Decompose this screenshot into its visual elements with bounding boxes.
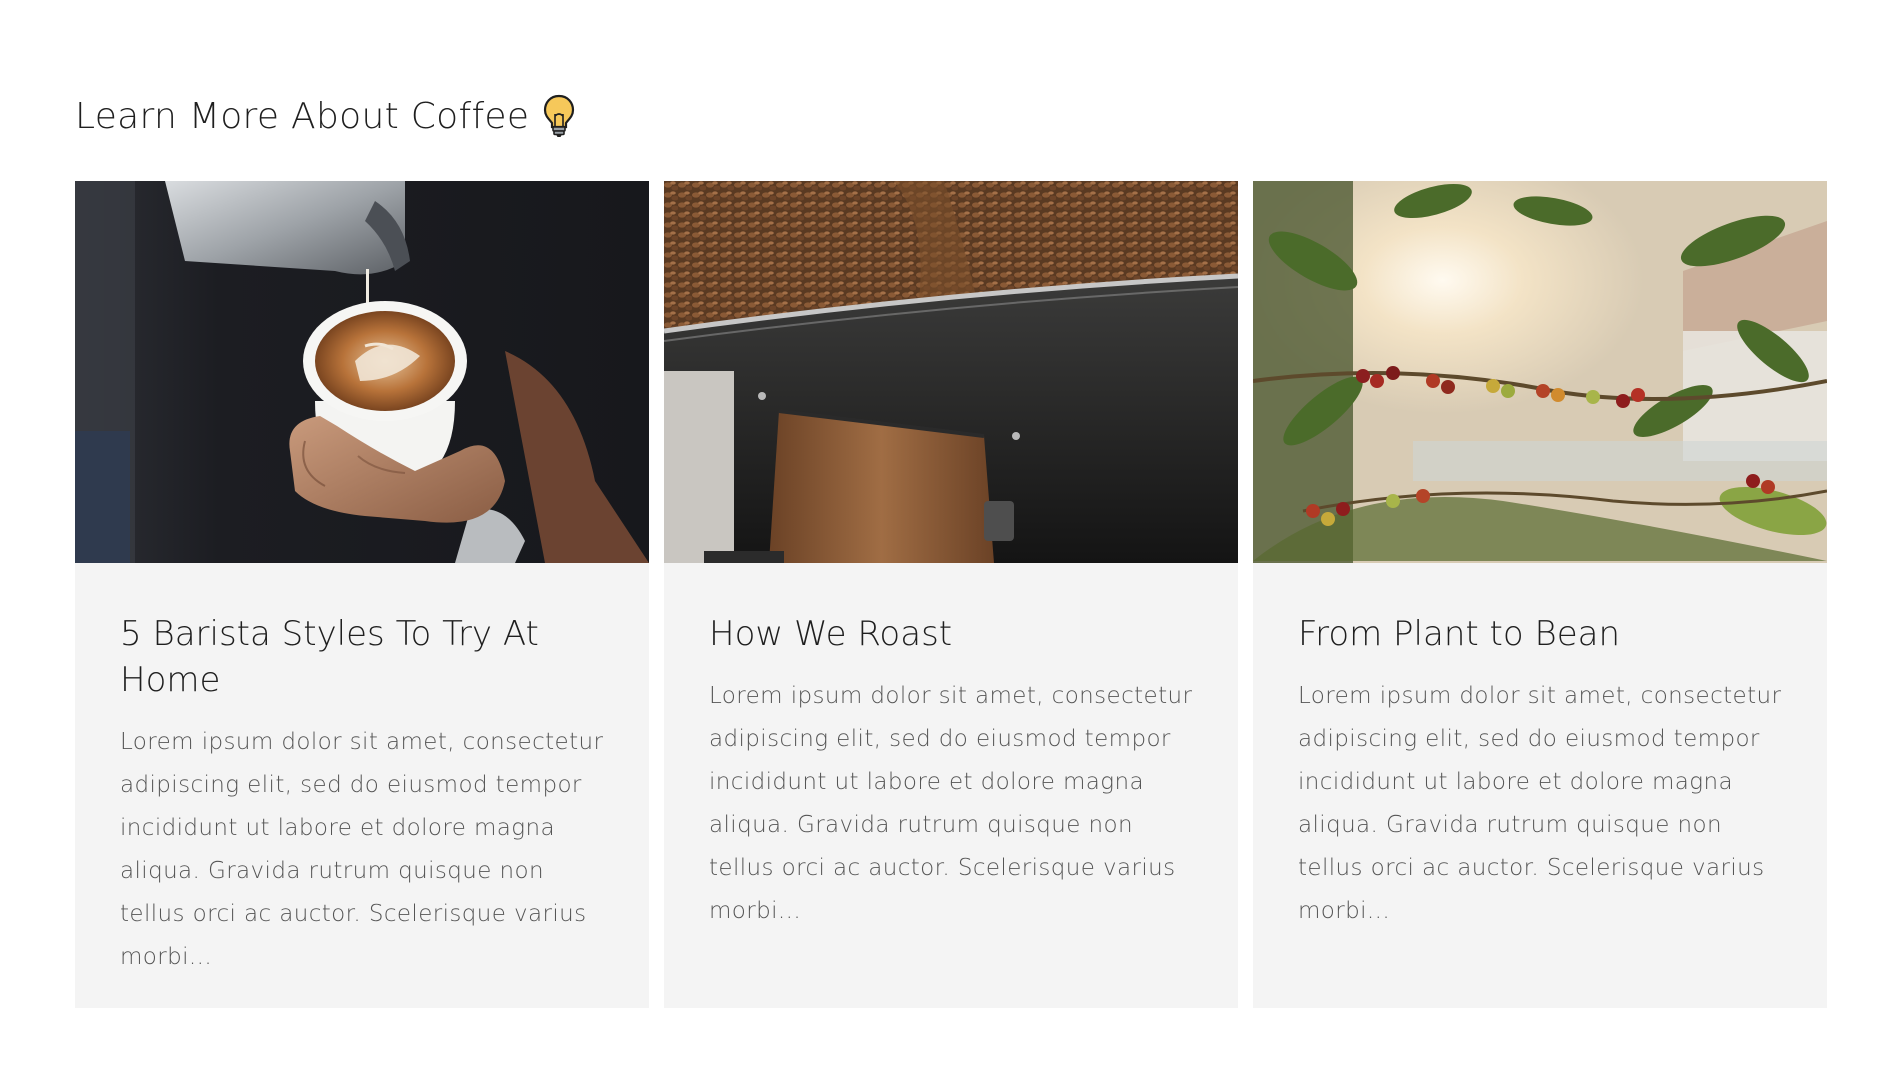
article-cards: 5 Barista Styles To Try At Home Lorem ip… (75, 181, 1827, 1008)
card-body: 5 Barista Styles To Try At Home Lorem ip… (75, 563, 649, 979)
card-excerpt: Lorem ipsum dolor sit amet, consectetur … (709, 683, 1193, 924)
learn-more-section: Learn More About Coffee 5 Barista Styles… (75, 0, 1827, 1068)
section-title: Learn More About Coffee (75, 95, 530, 137)
article-card-plant-to-bean[interactable]: From Plant to Bean Lorem ipsum dolor sit… (1253, 181, 1827, 1008)
card-body: From Plant to Bean Lorem ipsum dolor sit… (1253, 563, 1827, 933)
card-title[interactable]: 5 Barista Styles To Try At Home (120, 611, 604, 703)
article-card-how-we-roast[interactable]: How We Roast Lorem ipsum dolor sit amet,… (664, 181, 1238, 1008)
card-title[interactable]: From Plant to Bean (1298, 611, 1782, 657)
article-card-barista-styles[interactable]: 5 Barista Styles To Try At Home Lorem ip… (75, 181, 649, 1008)
card-excerpt: Lorem ipsum dolor sit amet, consectetur … (1298, 683, 1782, 924)
card-body: How We Roast Lorem ipsum dolor sit amet,… (664, 563, 1238, 933)
card-excerpt: Lorem ipsum dolor sit amet, consectetur … (120, 729, 604, 970)
section-heading: Learn More About Coffee (75, 88, 575, 144)
card-title[interactable]: How We Roast (709, 611, 1193, 657)
coffee-roaster-image[interactable] (664, 181, 1238, 563)
coffee-plant-image[interactable] (1253, 181, 1827, 563)
latte-art-image[interactable] (75, 181, 649, 563)
lightbulb-icon (543, 94, 575, 138)
